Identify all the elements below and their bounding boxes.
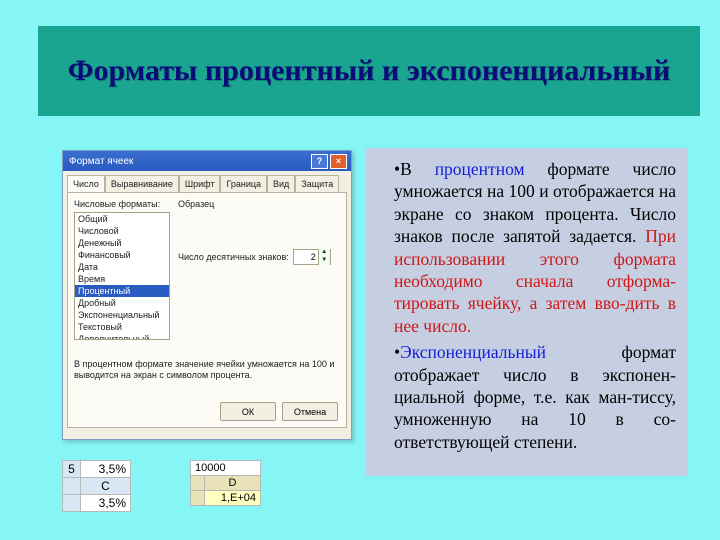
format-description: В процентном формате значение ячейки умн… [74, 359, 340, 381]
sample-value [178, 211, 340, 223]
dialog-tabs: Число Выравнивание Шрифт Граница Вид Защ… [63, 171, 351, 192]
format-option[interactable]: Текстовый [75, 321, 169, 333]
format-option[interactable]: Финансовый [75, 249, 169, 261]
row-header: 5 [63, 461, 81, 478]
help-button[interactable]: ? [311, 154, 328, 169]
col-header: D [205, 476, 261, 491]
decimal-label: Число десятичных знаков: [178, 252, 289, 262]
slide-title-bar: Форматы процентный и экспоненциальный [38, 26, 700, 116]
slide-title: Форматы процентный и экспоненциальный [68, 54, 671, 89]
formats-listbox[interactable]: ОбщийЧисловойДенежныйФинансовыйДатаВремя… [74, 212, 170, 340]
format-option[interactable]: Дополнительный [75, 333, 169, 340]
spinner-down-icon[interactable]: ▼ [318, 257, 330, 265]
format-option[interactable]: Экспоненциальный [75, 309, 169, 321]
col-header: C [81, 478, 131, 495]
format-option[interactable]: Время [75, 273, 169, 285]
tab-view[interactable]: Вид [267, 175, 295, 192]
close-button[interactable]: × [330, 154, 347, 169]
dialog-body: Числовые форматы: ОбщийЧисловойДенежныйФ… [67, 192, 347, 428]
cell-value: 3,5% [81, 495, 131, 512]
dialog-caption: Формат ячеек [69, 156, 133, 167]
dialog-titlebar: Формат ячеек ? × [63, 151, 351, 171]
formula-bar-value: 10000 [191, 461, 261, 476]
tab-border[interactable]: Граница [220, 175, 267, 192]
cell-value: 3,5% [81, 461, 131, 478]
ok-button[interactable]: ОК [220, 402, 276, 421]
sample-label: Образец [178, 199, 340, 209]
example-percent-cells: 5 3,5% C 3,5% [62, 460, 131, 512]
format-option[interactable]: Денежный [75, 237, 169, 249]
tab-protection[interactable]: Защита [295, 175, 339, 192]
decimal-spinner[interactable]: ▲ ▼ [293, 249, 331, 265]
format-option[interactable]: Числовой [75, 225, 169, 237]
format-option[interactable]: Общий [75, 213, 169, 225]
paragraph-percent: •В процентном формате число умножается н… [378, 158, 676, 337]
format-option[interactable]: Процентный [75, 285, 169, 297]
explanation-text: •В процентном формате число умножается н… [366, 148, 688, 476]
cell-value: 1,E+04 [205, 491, 261, 506]
format-option[interactable]: Дробный [75, 297, 169, 309]
tab-font[interactable]: Шрифт [179, 175, 221, 192]
cancel-button[interactable]: Отмена [282, 402, 338, 421]
spinner-up-icon[interactable]: ▲ [318, 249, 330, 257]
tab-alignment[interactable]: Выравнивание [105, 175, 179, 192]
example-exp-cells: 10000 D 1,E+04 [190, 460, 261, 506]
paragraph-exponential: •Экспоненциальный формат отображает числ… [378, 341, 676, 453]
tab-number[interactable]: Число [67, 175, 105, 192]
format-option[interactable]: Дата [75, 261, 169, 273]
formats-label: Числовые форматы: [74, 199, 170, 209]
format-cells-dialog: Формат ячеек ? × Число Выравнивание Шриф… [62, 150, 352, 440]
decimal-input[interactable] [294, 252, 318, 262]
